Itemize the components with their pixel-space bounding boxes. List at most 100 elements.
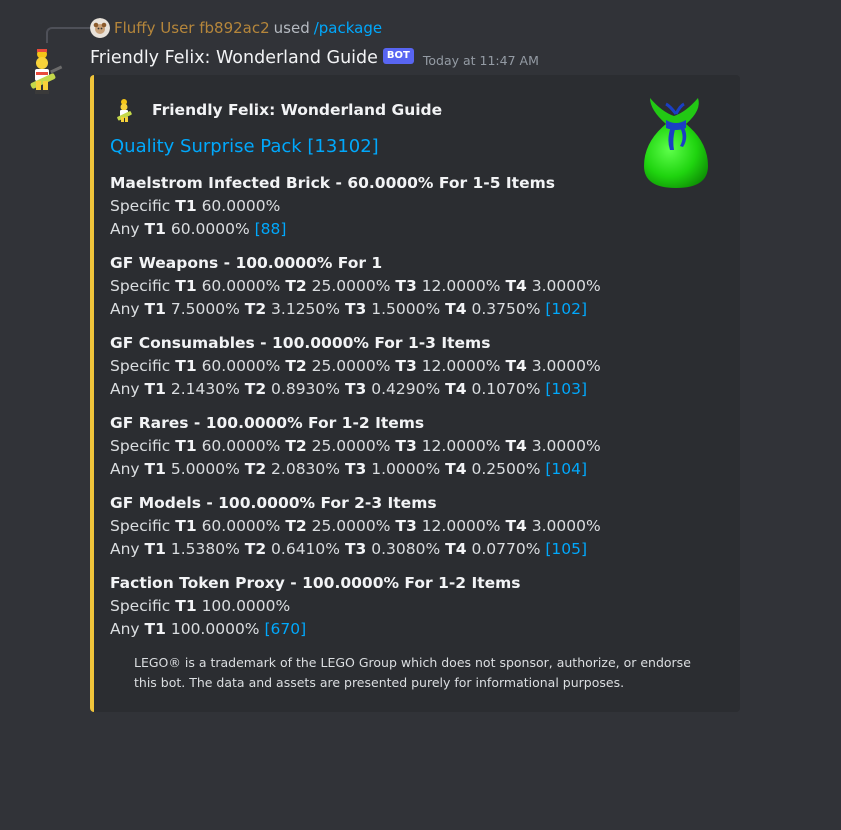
tier-label: T2 xyxy=(244,380,267,398)
specific-label: Specific xyxy=(110,357,171,375)
tier-value: 0.3750% xyxy=(471,300,541,318)
tier-value: 0.8930% xyxy=(271,380,341,398)
tier-value: 12.0000% xyxy=(421,517,501,535)
item-button[interactable] xyxy=(90,773,170,811)
loot-table-link[interactable]: [104] xyxy=(545,460,587,478)
buy-button[interactable] xyxy=(484,723,564,761)
any-label: Any xyxy=(110,300,140,318)
message-timestamp[interactable]: Today at 11:47 AM xyxy=(423,53,539,68)
tier-value: 3.0000% xyxy=(531,357,601,375)
any-label: Any xyxy=(110,540,140,558)
tier-value: 0.1070% xyxy=(471,380,541,398)
tier-value: 12.0000% xyxy=(421,357,501,375)
loot-table-link[interactable]: [102] xyxy=(545,300,587,318)
reward-button[interactable] xyxy=(377,723,474,761)
field-any: Any T1 100.0000% [670] xyxy=(110,618,630,641)
tier-value: 100.0000% xyxy=(201,597,291,615)
reply-connector xyxy=(46,27,90,43)
embed-author-name: Friendly Felix: Wonderland Guide xyxy=(152,101,443,119)
tier-label: T3 xyxy=(344,460,367,478)
tier-value: 60.0000% xyxy=(201,277,281,295)
field-any: Any T1 2.1430% T2 0.8930% T3 0.4290% T4 … xyxy=(110,378,630,401)
drop-button[interactable] xyxy=(180,723,260,761)
field-any: Any T1 1.5380% T2 0.6410% T3 0.3080% T4 … xyxy=(110,538,630,561)
author-icon xyxy=(117,99,132,122)
any-label: Any xyxy=(110,460,140,478)
embed-card: Friendly Felix: Wonderland Guide Quality… xyxy=(90,75,740,712)
tier-label: T1 xyxy=(175,517,197,535)
tier-label: T3 xyxy=(344,300,367,318)
tier-label: T2 xyxy=(285,437,307,455)
tier-value: 100.0000% xyxy=(170,620,260,638)
tier-label: T2 xyxy=(244,540,267,558)
tier-value: 60.0000% xyxy=(201,357,281,375)
earn-button[interactable] xyxy=(90,723,170,761)
reply-command[interactable]: /package xyxy=(314,19,382,37)
drop-field: GF Models - 100.0000% For 2-3 Items Spec… xyxy=(110,492,630,572)
embed-author: Friendly Felix: Wonderland Guide xyxy=(112,97,442,123)
field-specific: Specific T1 60.0000% T2 25.0000% T3 12.0… xyxy=(110,355,630,378)
tier-value: 25.0000% xyxy=(311,517,391,535)
tier-value: 12.0000% xyxy=(421,437,501,455)
field-specific: Specific T1 60.0000% T2 25.0000% T3 12.0… xyxy=(110,515,630,538)
field-name: Faction Token Proxy - 100.0000% For 1-2 … xyxy=(110,574,521,592)
tier-label: T4 xyxy=(505,277,527,295)
tier-value: 60.0000% xyxy=(201,517,281,535)
tier-value: 1.5380% xyxy=(170,540,240,558)
tier-label: T3 xyxy=(395,437,417,455)
user-avatar[interactable] xyxy=(90,18,110,38)
field-any: Any T1 60.0000% [88] xyxy=(110,218,630,241)
tier-value: 0.0770% xyxy=(471,540,541,558)
loot-table-link[interactable]: [103] xyxy=(545,380,587,398)
tier-value: 25.0000% xyxy=(311,277,391,295)
tier-label: T1 xyxy=(175,437,197,455)
field-specific: Specific T1 60.0000% T2 25.0000% T3 12.0… xyxy=(110,435,630,458)
tier-label: T2 xyxy=(285,277,307,295)
specific-label: Specific xyxy=(110,517,171,535)
open-button[interactable] xyxy=(270,773,350,811)
tier-label: T4 xyxy=(445,540,467,558)
loot-table-link[interactable]: [670] xyxy=(264,620,306,638)
tier-label: T3 xyxy=(344,540,367,558)
drop-field: Maelstrom Infected Brick - 60.0000% For … xyxy=(110,172,630,252)
tier-value: 3.0000% xyxy=(531,517,601,535)
tier-value: 0.4290% xyxy=(371,380,441,398)
loot-table-link[interactable]: [88] xyxy=(255,220,287,238)
unpack-button[interactable] xyxy=(270,723,367,761)
field-name: GF Models - 100.0000% For 2-3 Items xyxy=(110,494,437,512)
tier-value: 25.0000% xyxy=(311,437,391,455)
any-label: Any xyxy=(110,380,140,398)
reply-used-text: used xyxy=(273,19,310,37)
tier-label: T4 xyxy=(505,437,527,455)
tier-label: T3 xyxy=(344,380,367,398)
any-label: Any xyxy=(110,620,140,638)
field-name: GF Consumables - 100.0000% For 1-3 Items xyxy=(110,334,491,352)
tier-value: 0.6410% xyxy=(271,540,341,558)
tier-value: 3.1250% xyxy=(271,300,341,318)
tier-label: T2 xyxy=(285,517,307,535)
tier-label: T1 xyxy=(144,300,166,318)
embed-title[interactable]: Quality Surprise Pack [13102] xyxy=(110,136,379,157)
loot-bag-icon[interactable] xyxy=(636,94,716,194)
tier-label: T2 xyxy=(244,460,267,478)
field-any: Any T1 7.5000% T2 3.1250% T3 1.5000% T4 … xyxy=(110,298,630,321)
get-button[interactable] xyxy=(180,773,260,811)
tier-value: 0.3080% xyxy=(371,540,441,558)
reply-username[interactable]: Fluffy User fb892ac2 xyxy=(114,19,270,37)
bot-username[interactable]: Friendly Felix: Wonderland Guide xyxy=(90,48,378,68)
tier-label: T1 xyxy=(175,357,197,375)
field-specific: Specific T1 60.0000% T2 25.0000% T3 12.0… xyxy=(110,275,630,298)
message-header: Friendly Felix: Wonderland Guide BOT Tod… xyxy=(90,46,539,70)
tier-value: 2.0830% xyxy=(271,460,341,478)
specific-label: Specific xyxy=(110,437,171,455)
tier-value: 2.1430% xyxy=(170,380,240,398)
tier-label: T4 xyxy=(445,300,467,318)
reply-reference[interactable]: Fluffy User fb892ac2 used /package xyxy=(90,17,382,39)
loot-table-link[interactable]: [105] xyxy=(545,540,587,558)
tier-value: 1.5000% xyxy=(371,300,441,318)
tier-value: 60.0000% xyxy=(201,197,281,215)
bot-avatar[interactable] xyxy=(20,44,68,96)
specific-label: Specific xyxy=(110,597,171,615)
bot-badge: BOT xyxy=(382,48,414,64)
tier-label: T3 xyxy=(395,277,417,295)
